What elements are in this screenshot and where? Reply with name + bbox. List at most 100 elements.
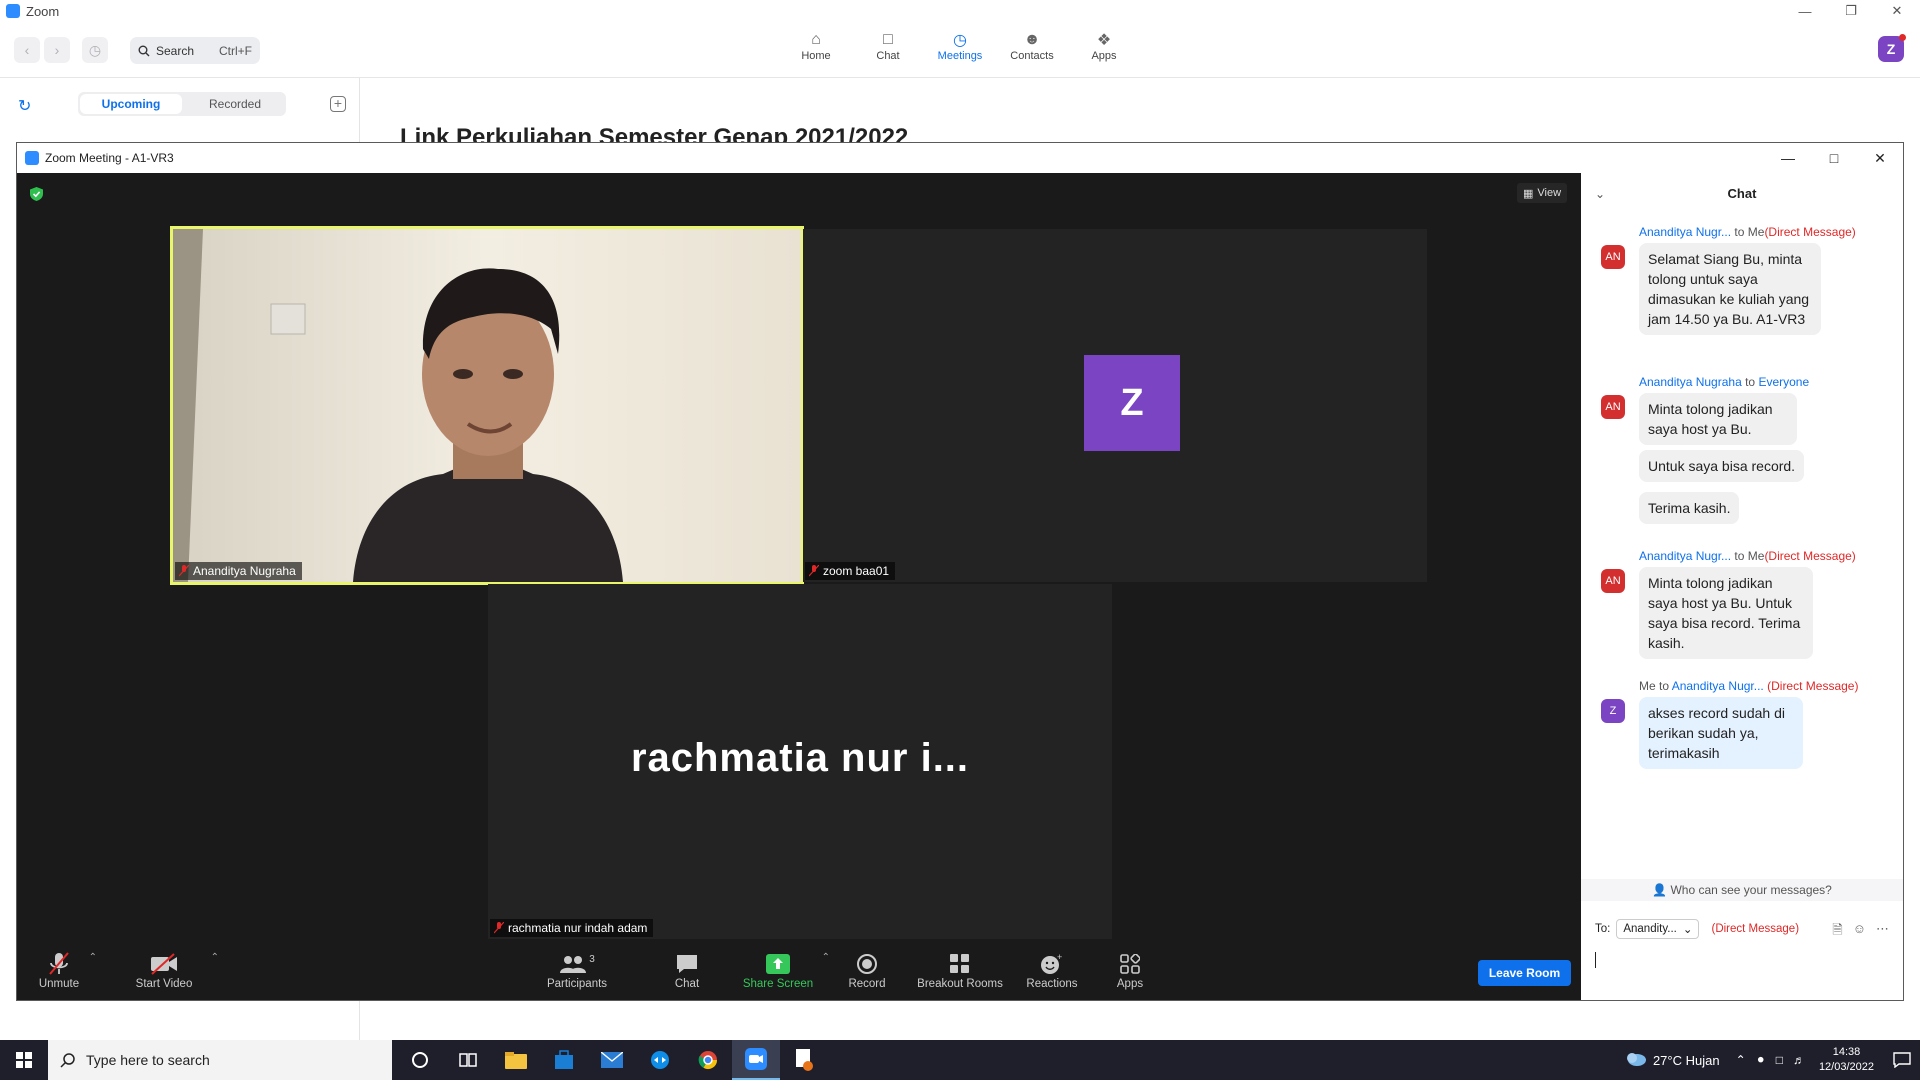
message-sender[interactable]: Ananditya Nugraha [1639, 375, 1742, 389]
file-icon[interactable]: 🗎 [1832, 921, 1842, 943]
video-tile-rachmatia[interactable]: rachmatia nur i... rachmatia nur indah a… [488, 584, 1112, 939]
nav-contacts-label: Contacts [1010, 50, 1054, 62]
message-meta: Me to Ananditya Nugr... (Direct Message) [1639, 679, 1858, 693]
nav-home[interactable]: ⌂ Home [780, 30, 852, 62]
message-sender: Me [1639, 679, 1656, 693]
recipient-value: Anandity... [1623, 923, 1677, 935]
cortana-icon[interactable] [396, 1040, 444, 1080]
notification-icon[interactable] [1884, 1040, 1920, 1080]
chevron-down-icon[interactable]: ⌄ [1595, 187, 1605, 201]
more-icon[interactable]: ⋯ [1876, 921, 1889, 943]
weather-widget[interactable]: 27°C Hujan [1625, 1051, 1720, 1069]
shield-icon[interactable] [30, 187, 43, 201]
message-sender[interactable]: Ananditya Nugr... [1639, 549, 1731, 563]
store-icon[interactable] [540, 1040, 588, 1080]
message-to-prefix: to [1734, 549, 1745, 563]
leave-room-button[interactable]: Leave Room [1478, 960, 1571, 986]
direct-message-tag: (Direct Message) [1767, 679, 1859, 693]
restore-icon[interactable]: ❐ [1828, 0, 1874, 22]
contacts-icon: ☻ [1023, 31, 1041, 48]
message-meta: Ananditya Nugr... to Me(Direct Message) [1639, 225, 1856, 239]
nav-contacts[interactable]: ☻ Contacts [996, 30, 1068, 62]
minimize-icon[interactable]: — [1765, 143, 1811, 173]
close-icon[interactable]: ✕ [1857, 143, 1903, 173]
nav-meetings[interactable]: ◷ Meetings [924, 30, 996, 62]
nav-apps[interactable]: ❖ Apps [1068, 30, 1140, 62]
meeting-titlebar: Zoom Meeting - A1-VR3 — □ ✕ [17, 143, 1903, 173]
nav-meetings-label: Meetings [937, 50, 983, 62]
zoom-logo-icon [6, 4, 20, 18]
apps-button[interactable]: Apps [1112, 950, 1148, 990]
chat-label: Chat [674, 978, 700, 990]
document-icon[interactable] [780, 1040, 828, 1080]
unmute-button[interactable]: Unmute ⌃ [37, 950, 97, 990]
chat-icon [675, 950, 699, 978]
video-tile-zoom-baa01[interactable]: Z zoom baa01 [803, 229, 1427, 582]
network-icon[interactable]: □ [1776, 1053, 1783, 1067]
forward-icon[interactable]: › [44, 37, 70, 63]
message-recipient[interactable]: Ananditya Nugr... [1672, 679, 1764, 693]
participant-display-name: rachmatia nur i... [630, 736, 970, 780]
message-meta: Ananditya Nugraha to Everyone [1639, 375, 1809, 389]
add-meeting-icon[interactable]: + [330, 96, 346, 112]
record-label: Record [848, 978, 886, 990]
share-screen-button[interactable]: Share Screen ⌃ [742, 950, 830, 990]
chat-button[interactable]: Chat [657, 950, 717, 990]
zoom-taskbar-icon[interactable] [732, 1040, 780, 1080]
chrome-icon[interactable] [684, 1040, 732, 1080]
tab-upcoming[interactable]: Upcoming [80, 94, 182, 114]
home-icon: ⌂ [811, 31, 821, 48]
view-button[interactable]: ▦ View [1517, 183, 1568, 203]
who-can-see-link[interactable]: 👤 Who can see your messages? [1581, 879, 1903, 901]
text-cursor [1595, 952, 1596, 968]
person-lock-icon: 👤 [1652, 883, 1668, 897]
record-button[interactable]: Record [837, 950, 897, 990]
video-tile-speaker[interactable]: Ananditya Nugraha [170, 226, 804, 585]
windows-start-icon[interactable] [0, 1040, 48, 1080]
message-to-prefix: to [1734, 225, 1745, 239]
chevron-up-icon[interactable]: ⌃ [211, 952, 219, 963]
system-clock[interactable]: 14:38 12/03/2022 [1819, 1045, 1874, 1075]
meeting-window-controls: — □ ✕ [1765, 143, 1903, 173]
volume-icon[interactable]: ♬ [1793, 1053, 1805, 1067]
chevron-up-icon[interactable]: ⌃ [1736, 1053, 1746, 1067]
mic-muted-icon [179, 565, 189, 577]
avatar[interactable]: Z [1878, 34, 1906, 62]
maximize-icon[interactable]: □ [1811, 143, 1857, 173]
participant-name: Ananditya Nugraha [193, 564, 296, 578]
chevron-up-icon[interactable]: ⌃ [822, 952, 830, 963]
history-icon[interactable]: ◷ [82, 37, 108, 63]
start-video-label: Start Video [135, 978, 193, 990]
share-screen-label: Share Screen [742, 978, 814, 990]
message-sender[interactable]: Ananditya Nugr... [1639, 225, 1731, 239]
refresh-icon[interactable]: ↻ [18, 96, 31, 116]
microphone-icon[interactable]: ⚫ [1756, 1053, 1766, 1067]
breakout-rooms-button[interactable]: Breakout Rooms [915, 950, 1005, 990]
file-explorer-icon[interactable] [492, 1040, 540, 1080]
avatar: Z [1601, 699, 1625, 723]
mic-muted-icon [809, 565, 819, 577]
start-video-button[interactable]: Start Video ⌃ [125, 950, 219, 990]
video-area: ▦ View Ananditya Nugraha Z zoom baa01 ra… [17, 173, 1581, 1000]
nav-chat[interactable]: □ Chat [852, 30, 924, 62]
reactions-button[interactable]: + Reactions [1022, 950, 1082, 990]
direct-message-tag: (Direct Message) [1764, 225, 1856, 239]
reactions-label: Reactions [1026, 978, 1078, 990]
search-box[interactable]: Search Ctrl+F [130, 37, 260, 64]
teamviewer-icon[interactable] [636, 1040, 684, 1080]
chevron-up-icon[interactable]: ⌃ [89, 952, 97, 963]
taskbar-search[interactable]: Type here to search [48, 1040, 392, 1080]
tab-recorded[interactable]: Recorded [184, 92, 286, 116]
meeting-toolbar: Unmute ⌃ Start Video ⌃ 3 Participants Ch… [17, 944, 1581, 1000]
task-view-icon[interactable] [444, 1040, 492, 1080]
clock-icon: ◷ [953, 32, 967, 49]
emoji-icon[interactable]: ☺ [1853, 921, 1866, 943]
recipient-dropdown[interactable]: Anandity... ⌄ [1616, 919, 1700, 939]
minimize-icon[interactable]: — [1782, 0, 1828, 22]
mail-icon[interactable] [588, 1040, 636, 1080]
close-icon[interactable]: ✕ [1874, 0, 1920, 22]
participants-button[interactable]: 3 Participants [537, 950, 617, 991]
back-icon[interactable]: ‹ [14, 37, 40, 63]
chat-message-input[interactable] [1595, 950, 1889, 990]
nav-home-label: Home [801, 50, 831, 62]
